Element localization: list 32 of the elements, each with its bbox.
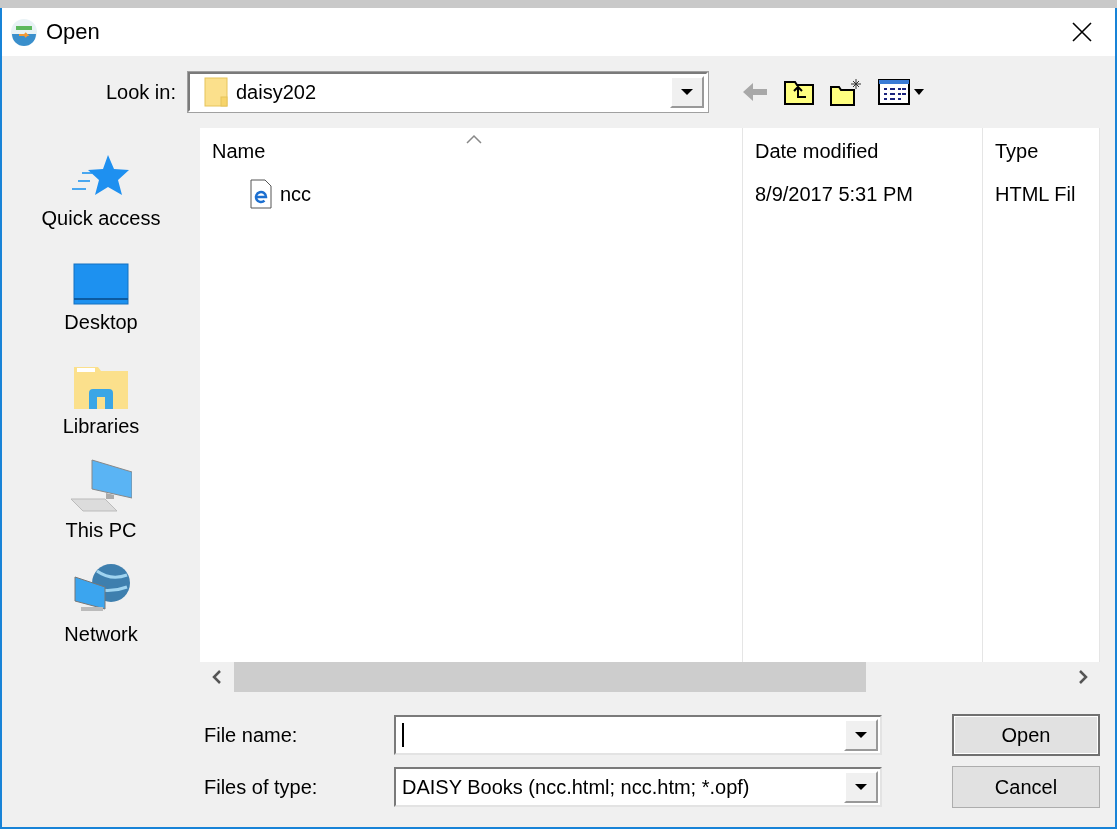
dialog-button[interactable]: Cancel bbox=[952, 766, 1100, 808]
file-name-field[interactable] bbox=[394, 715, 882, 755]
view-menu-button[interactable] bbox=[878, 79, 926, 105]
sidebar-place[interactable]: Libraries bbox=[62, 344, 140, 438]
files-of-type-label: Files of type: bbox=[204, 775, 319, 799]
sidebar-place[interactable]: Desktop bbox=[64, 240, 138, 334]
file-row-name[interactable]: ncc bbox=[200, 174, 743, 214]
new-folder-button[interactable] bbox=[830, 78, 862, 106]
sidebar-place[interactable]: Network bbox=[64, 552, 138, 646]
app-logo-icon bbox=[10, 18, 38, 46]
column-header[interactable]: Date modified bbox=[743, 128, 983, 174]
desktop-icon bbox=[73, 263, 129, 305]
default-button[interactable]: Open bbox=[952, 714, 1100, 756]
column-header[interactable]: Type bbox=[983, 128, 1100, 174]
sidebar-place[interactable]: This PC bbox=[65, 448, 137, 542]
computer-icon bbox=[70, 459, 132, 513]
html-file-icon bbox=[250, 179, 272, 209]
sidebar-place[interactable]: Quick access bbox=[41, 136, 161, 230]
look-in-dropdown[interactable]: daisy202 bbox=[188, 72, 708, 112]
scrollbar-thumb[interactable] bbox=[234, 662, 866, 692]
look-in-value: daisy202 bbox=[236, 80, 318, 104]
window-title: Open bbox=[46, 19, 101, 45]
file-type-dropdown[interactable]: DAISY Books (ncc.html; ncc.htm; *.opf) bbox=[394, 767, 882, 807]
sort-chevron-icon bbox=[466, 134, 482, 144]
table-cell: 8/9/2017 5:31 PM bbox=[743, 174, 983, 214]
file-name-label: File name: bbox=[204, 723, 299, 747]
column-header[interactable]: Name bbox=[200, 128, 743, 174]
look-in-label: Look in: bbox=[104, 80, 177, 104]
up-folder-button[interactable] bbox=[784, 79, 814, 105]
table-cell: HTML Fil bbox=[983, 174, 1100, 214]
folder-icon bbox=[204, 77, 228, 107]
close-icon[interactable] bbox=[1072, 22, 1092, 42]
